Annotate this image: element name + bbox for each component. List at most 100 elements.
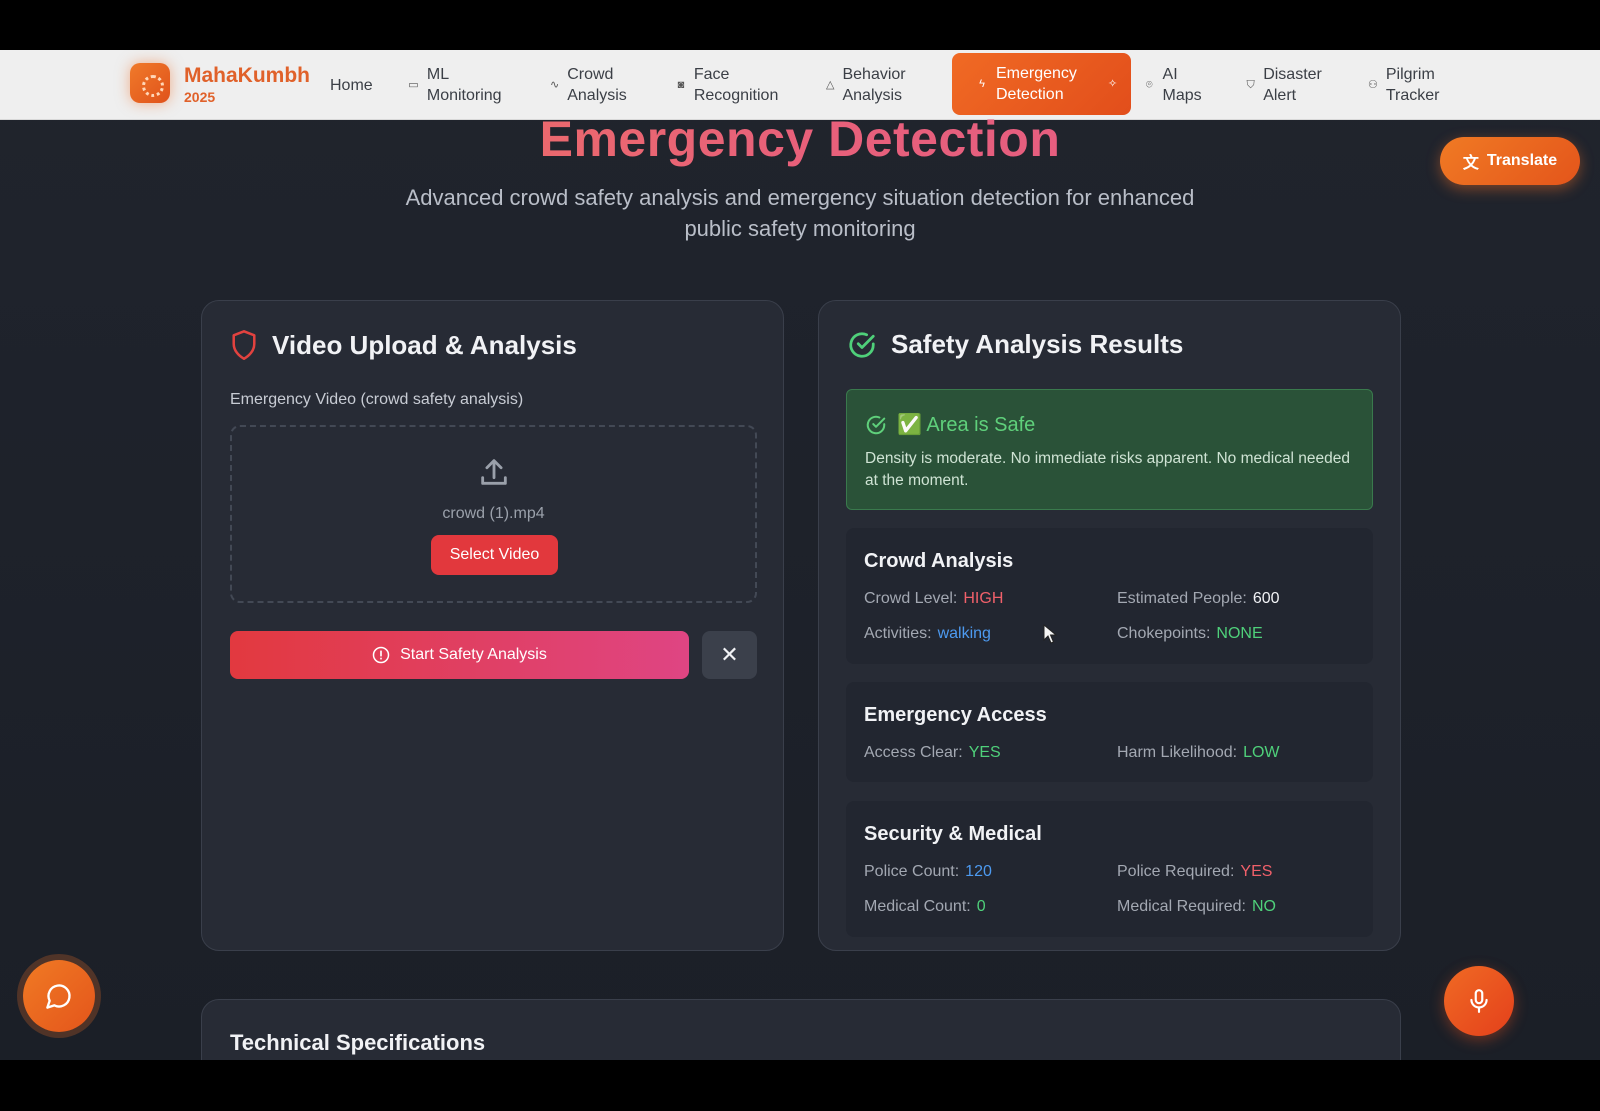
map-pin-icon: ⌾: [1145, 78, 1153, 91]
nav-item-emergency-detection[interactable]: ϟ Emergency Detection ✧: [952, 53, 1132, 115]
nav-item-label: ML Monitoring: [426, 66, 502, 104]
kv-value: walking: [937, 625, 991, 642]
camera-icon: ◙: [677, 78, 685, 91]
alert-circle-icon: [372, 646, 390, 664]
brand[interactable]: MahaKumbh 2025: [184, 65, 310, 104]
check-circle-icon: [849, 331, 875, 358]
video-upload-card: Video Upload & Analysis Emergency Video …: [201, 300, 784, 951]
translate-label: Translate: [1486, 152, 1558, 169]
card-title: Video Upload & Analysis: [272, 329, 577, 360]
kv-value: HIGH: [963, 590, 1004, 607]
nav-item-crowd-analysis[interactable]: ∿ Crowd Analysis: [550, 62, 640, 108]
translate-icon: 文: [1462, 155, 1479, 172]
chat-bubble-icon: [46, 984, 71, 1009]
crowd-level: Crowd Level: HIGH: [864, 590, 1003, 608]
police-count: Police Count: 120: [864, 863, 992, 881]
estimated-people: Estimated People: 600: [1117, 590, 1280, 608]
start-analysis-label: Start Safety Analysis: [400, 646, 547, 663]
kv-value: NONE: [1216, 625, 1263, 642]
microphone-icon: [1470, 989, 1488, 1013]
status-title: ✅ Area is Safe: [865, 412, 1035, 437]
kv-label: Access Clear:: [864, 744, 963, 761]
kv-value: YES: [968, 744, 1001, 761]
activity-icon: ∿: [550, 78, 560, 91]
brand-year: 2025: [184, 89, 216, 105]
section-title: Security & Medical: [864, 823, 1042, 845]
harm-likelihood: Harm Likelihood: LOW: [1117, 744, 1280, 762]
section-title: Technical Specifications: [230, 1030, 486, 1055]
nav-item-ai-maps[interactable]: ⌾ AI Maps: [1144, 62, 1214, 108]
app-frame: MahaKumbh 2025 Home ▭ ML Monitoring ∿ Cr…: [0, 50, 1600, 1060]
nav-item-label: Face Recognition: [693, 66, 779, 104]
section-title: Emergency Access: [864, 704, 1047, 726]
kv-value: 120: [965, 863, 992, 880]
zap-icon: ϟ: [979, 77, 985, 90]
kv-label: Medical Required:: [1117, 898, 1246, 915]
crowd-analysis-section: Crowd Analysis Crowd Level: HIGH Estimate…: [846, 528, 1373, 664]
card-title: Safety Analysis Results: [891, 329, 1184, 359]
upload-icon: [481, 459, 507, 485]
kv-value: 600: [1252, 590, 1280, 607]
police-required: Police Required: YES: [1117, 863, 1272, 881]
kv-label: Chokepoints:: [1117, 625, 1211, 642]
nav-item-pilgrim-tracker[interactable]: ⚇ Pilgrim Tracker: [1368, 62, 1458, 108]
users-icon: ⚇: [1368, 78, 1378, 91]
kv-label: Harm Likelihood:: [1117, 744, 1238, 761]
nav-item-disaster-alert[interactable]: ⛉ Disaster Alert: [1246, 62, 1336, 108]
kv-label: Crowd Level:: [864, 590, 958, 607]
access-clear: Access Clear: YES: [864, 744, 1001, 762]
shield-icon: [232, 330, 256, 360]
status-description: Density is moderate. No immediate risks …: [865, 450, 1351, 489]
medical-required: Medical Required: NO: [1117, 898, 1276, 916]
clear-button[interactable]: ✕: [702, 631, 757, 679]
translate-button[interactable]: 文 Translate: [1440, 137, 1580, 185]
warning-icon: △: [826, 78, 835, 91]
nav-item-label: Disaster Alert: [1263, 66, 1322, 104]
select-video-button[interactable]: Select Video: [431, 535, 558, 575]
emergency-access-section: Emergency Access Access Clear: YES Harm L…: [846, 682, 1373, 782]
voice-input-button[interactable]: [1444, 966, 1514, 1036]
chokepoints: Chokepoints: NONE: [1117, 625, 1263, 643]
video-field-label: Emergency Video (crowd safety analysis): [230, 391, 524, 408]
kv-value: YES: [1240, 863, 1273, 880]
activities: Activities: walking: [864, 625, 991, 643]
safety-results-card: Safety Analysis Results ✅ Area is Safe D…: [818, 300, 1401, 951]
nav-item-label: Crowd Analysis: [567, 66, 627, 104]
kv-label: Medical Count:: [864, 898, 971, 915]
nav-item-face-recognition[interactable]: ◙ Face Recognition: [676, 62, 796, 108]
kv-label: Estimated People:: [1117, 590, 1247, 607]
nav-item-behavior-analysis[interactable]: △ Behavior Analysis: [826, 62, 926, 108]
video-dropzone[interactable]: crowd (1).mp4 Select Video: [230, 425, 757, 603]
nav-item-label: Home: [330, 76, 373, 94]
sparkle-icon: ✧: [1108, 77, 1118, 90]
card-header: Video Upload & Analysis: [230, 329, 577, 361]
status-banner: ✅ Area is Safe Density is moderate. No i…: [846, 389, 1373, 510]
section-title: Crowd Analysis: [864, 550, 1014, 572]
mouse-cursor-icon: [1043, 624, 1057, 644]
card-header: Safety Analysis Results: [847, 329, 1183, 360]
medical-count: Medical Count: 0: [864, 898, 986, 916]
security-medical-section: Security & Medical Police Count: 120 Poli…: [846, 801, 1373, 937]
monitor-icon: ▭: [408, 78, 419, 91]
start-safety-analysis-button[interactable]: Start Safety Analysis: [230, 631, 689, 679]
selected-file-name: crowd (1).mp4: [442, 505, 545, 522]
nav-item-label: AI Maps: [1162, 66, 1202, 104]
kv-label: Activities:: [864, 625, 932, 642]
chat-button[interactable]: [23, 960, 95, 1032]
nav-item-label: Behavior Analysis: [842, 66, 906, 104]
page-subtitle: Advanced crowd safety analysis and emerg…: [405, 185, 1195, 241]
nav-item-ml-monitoring[interactable]: ▭ ML Monitoring: [408, 62, 518, 108]
nav-item-home[interactable]: Home: [330, 62, 373, 108]
technical-specifications-card: Technical Specifications: [201, 999, 1401, 1060]
kv-value: LOW: [1243, 744, 1280, 761]
nav-item-label: Emergency Detection: [996, 65, 1077, 103]
shield-icon: ⛉: [1246, 78, 1255, 91]
status-title-text: ✅ Area is Safe: [897, 414, 1036, 436]
kv-label: Police Required:: [1117, 863, 1235, 880]
kv-label: Police Count:: [864, 863, 960, 880]
kv-value: 0: [976, 898, 986, 915]
kv-value: NO: [1251, 898, 1276, 915]
brand-name: MahaKumbh: [184, 64, 310, 87]
logo-icon[interactable]: [130, 63, 170, 103]
nav-item-label: Pilgrim Tracker: [1385, 66, 1440, 104]
